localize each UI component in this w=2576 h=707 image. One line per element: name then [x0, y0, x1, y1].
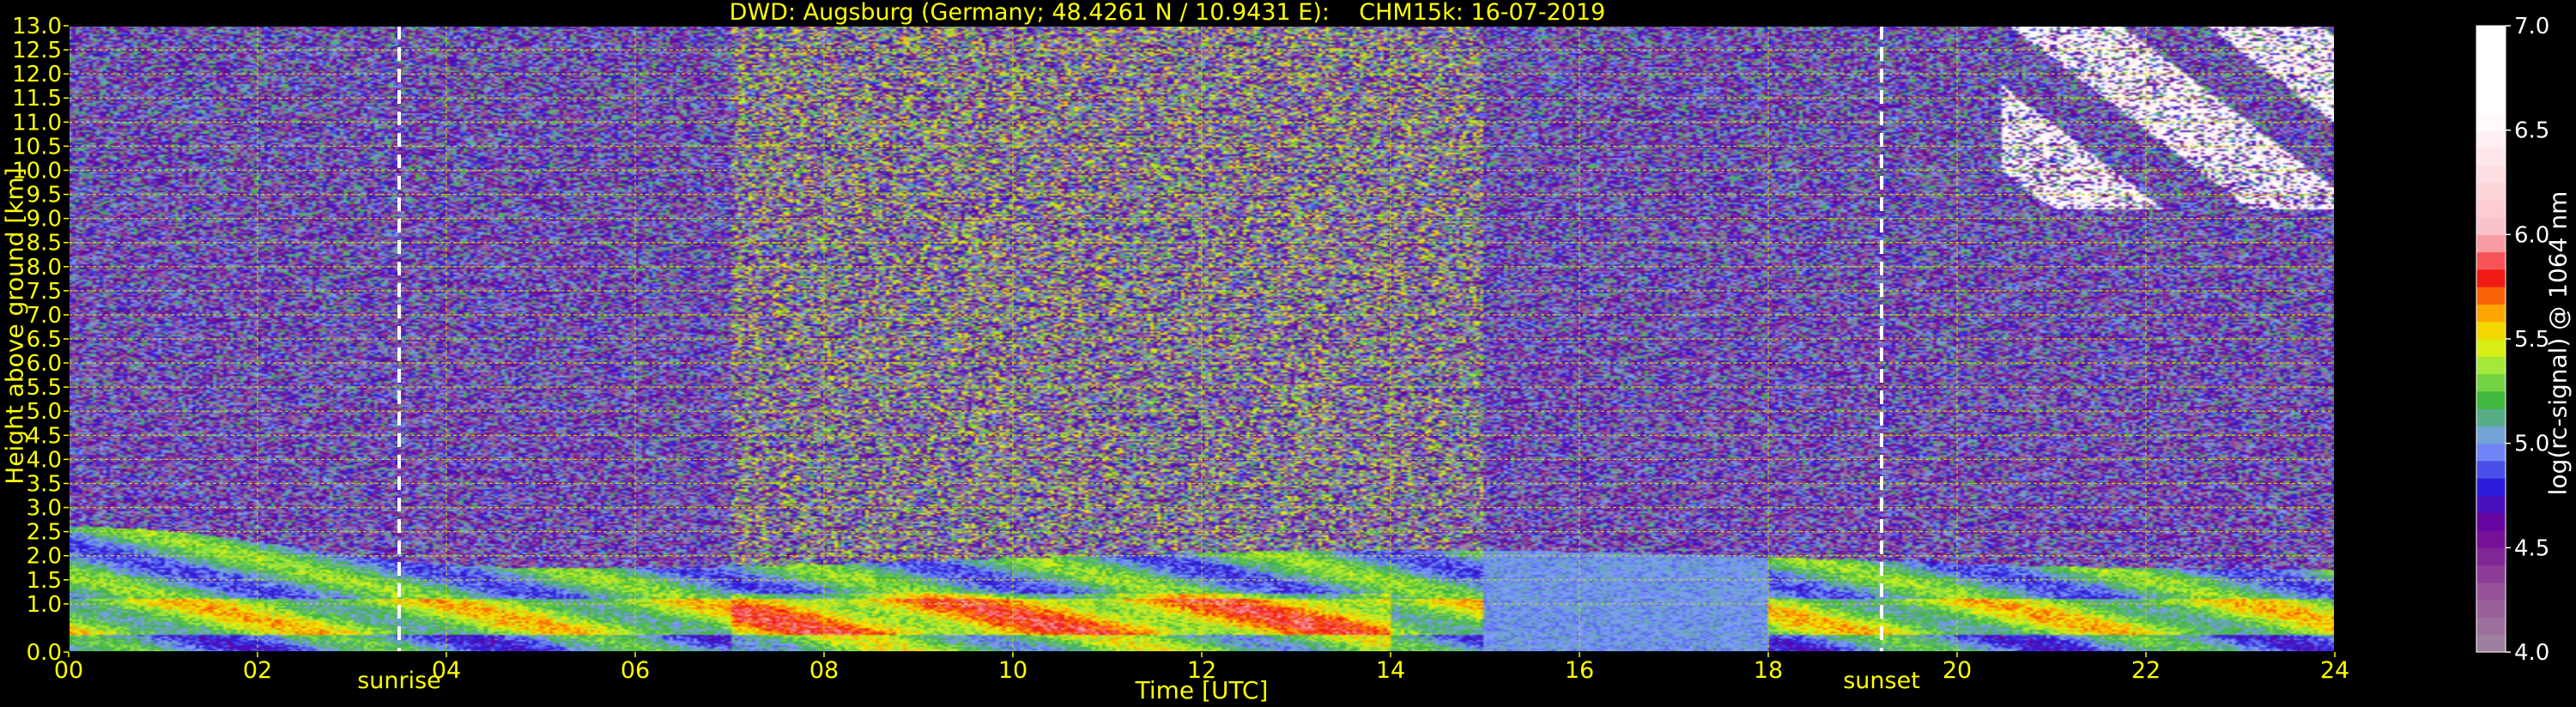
colorbar-segment: [2476, 217, 2506, 235]
y-tick-label: 6.0: [27, 351, 62, 377]
x-tick-label: 06: [621, 657, 650, 684]
colorbar-segment: [2476, 460, 2506, 479]
colorbar-segment: [2476, 356, 2506, 375]
y-tick-label: 1.0: [27, 592, 62, 618]
y-tick-label: 6.5: [27, 327, 62, 353]
colorbar-tick-label: 7.0: [2514, 14, 2549, 39]
y-tick-label: 13.0: [12, 14, 62, 39]
x-tick-label: 24: [2320, 657, 2349, 684]
y-tick-label: 10.5: [12, 134, 62, 160]
colorbar-tick-label: 4.5: [2514, 535, 2549, 561]
colorbar-segment: [2476, 130, 2506, 148]
y-tick-label: 1.5: [27, 568, 62, 594]
y-tick-label: 3.0: [27, 496, 62, 522]
y-tick-label: 12.0: [12, 62, 62, 88]
colorbar-segment: [2476, 199, 2506, 218]
sunrise-label: sunrise: [357, 668, 441, 694]
x-tick-label: 22: [2131, 657, 2161, 684]
sunset-label: sunset: [1843, 668, 1920, 694]
x-tick-label: 20: [1943, 657, 1972, 684]
y-tick-label: 10.0: [12, 158, 62, 184]
colorbar-segment: [2476, 530, 2506, 548]
y-tick-label: 9.0: [27, 207, 62, 233]
y-tick-label: 7.5: [27, 279, 62, 305]
y-tick-label: 2.5: [27, 520, 62, 546]
colorbar-segment: [2476, 182, 2506, 201]
x-tick-label: 02: [243, 657, 272, 684]
colorbar-segment: [2476, 165, 2506, 183]
colorbar-segment: [2476, 547, 2506, 566]
y-tick-label: 8.5: [27, 231, 62, 257]
colorbar-segment: [2476, 77, 2506, 96]
colorbar-segment: [2476, 426, 2506, 444]
colorbar-segment: [2476, 251, 2506, 270]
colorbar-segment: [2476, 478, 2506, 496]
chart-svg: sunrise sunset00 02 04 06 08 10 12 14 16 18 20 22 240…: [12, 14, 2549, 694]
colorbar-segment: [2476, 443, 2506, 462]
colorbar-tick-label: 6.0: [2514, 222, 2549, 248]
x-tick-label: 10: [998, 657, 1027, 684]
colorbar-segment: [2476, 373, 2506, 392]
colorbar-segment: [2476, 43, 2506, 62]
colorbar-segment: [2476, 390, 2506, 409]
colorbar-segment: [2476, 147, 2506, 166]
y-tick-label: 11.5: [12, 86, 62, 112]
colorbar-segment: [2476, 565, 2506, 583]
x-tick-label: 14: [1376, 657, 1405, 684]
y-tick-label: 5.0: [27, 399, 62, 425]
colorbar-segment: [2476, 304, 2506, 323]
colorbar-tick-label: 5.5: [2514, 327, 2549, 353]
colorbar-segment: [2476, 321, 2506, 340]
y-tick-label: 0.0: [27, 640, 62, 666]
colorbar-segment: [2476, 234, 2506, 253]
colorbar-segment: [2476, 600, 2506, 618]
y-tick-label: 4.5: [27, 423, 62, 449]
ceilometer-figure: DWD: Augsburg (Germany; 48.4261 N / 10.9…: [0, 0, 2576, 707]
colorbar-segment: [2476, 617, 2506, 636]
colorbar-segment: [2476, 26, 2506, 44]
x-tick-label: 04: [432, 657, 461, 684]
y-tick-label: 9.5: [27, 183, 62, 208]
y-tick-label: 2.0: [27, 544, 62, 570]
x-tick-label: 12: [1187, 657, 1216, 684]
colorbar-segment: [2476, 495, 2506, 514]
colorbar-segment: [2476, 339, 2506, 357]
colorbar-segment: [2476, 634, 2506, 653]
y-tick-label: 11.0: [12, 110, 62, 136]
y-tick-label: 8.0: [27, 255, 62, 281]
y-tick-label: 12.5: [12, 38, 62, 63]
colorbar-segment: [2476, 408, 2506, 426]
colorbar-segment: [2476, 512, 2506, 531]
colorbar-segment: [2476, 287, 2506, 305]
colorbar-tick-label: 6.5: [2514, 118, 2549, 144]
colorbar-segment: [2476, 582, 2506, 601]
colorbar-tick-label: 4.0: [2514, 640, 2549, 666]
colorbar-segment: [2476, 60, 2506, 79]
y-tick-label: 5.5: [27, 375, 62, 401]
colorbar-tick-label: 5.0: [2514, 432, 2549, 457]
y-tick-label: 3.5: [27, 471, 62, 497]
x-tick-label: 16: [1565, 657, 1594, 684]
y-tick-label: 7.0: [27, 303, 62, 329]
x-tick-label: 18: [1754, 657, 1783, 684]
colorbar-segment: [2476, 95, 2506, 113]
colorbar-segment: [2476, 112, 2506, 131]
y-tick-label: 4.0: [27, 447, 62, 473]
x-tick-label: 08: [809, 657, 839, 684]
colorbar-segment: [2476, 269, 2506, 287]
